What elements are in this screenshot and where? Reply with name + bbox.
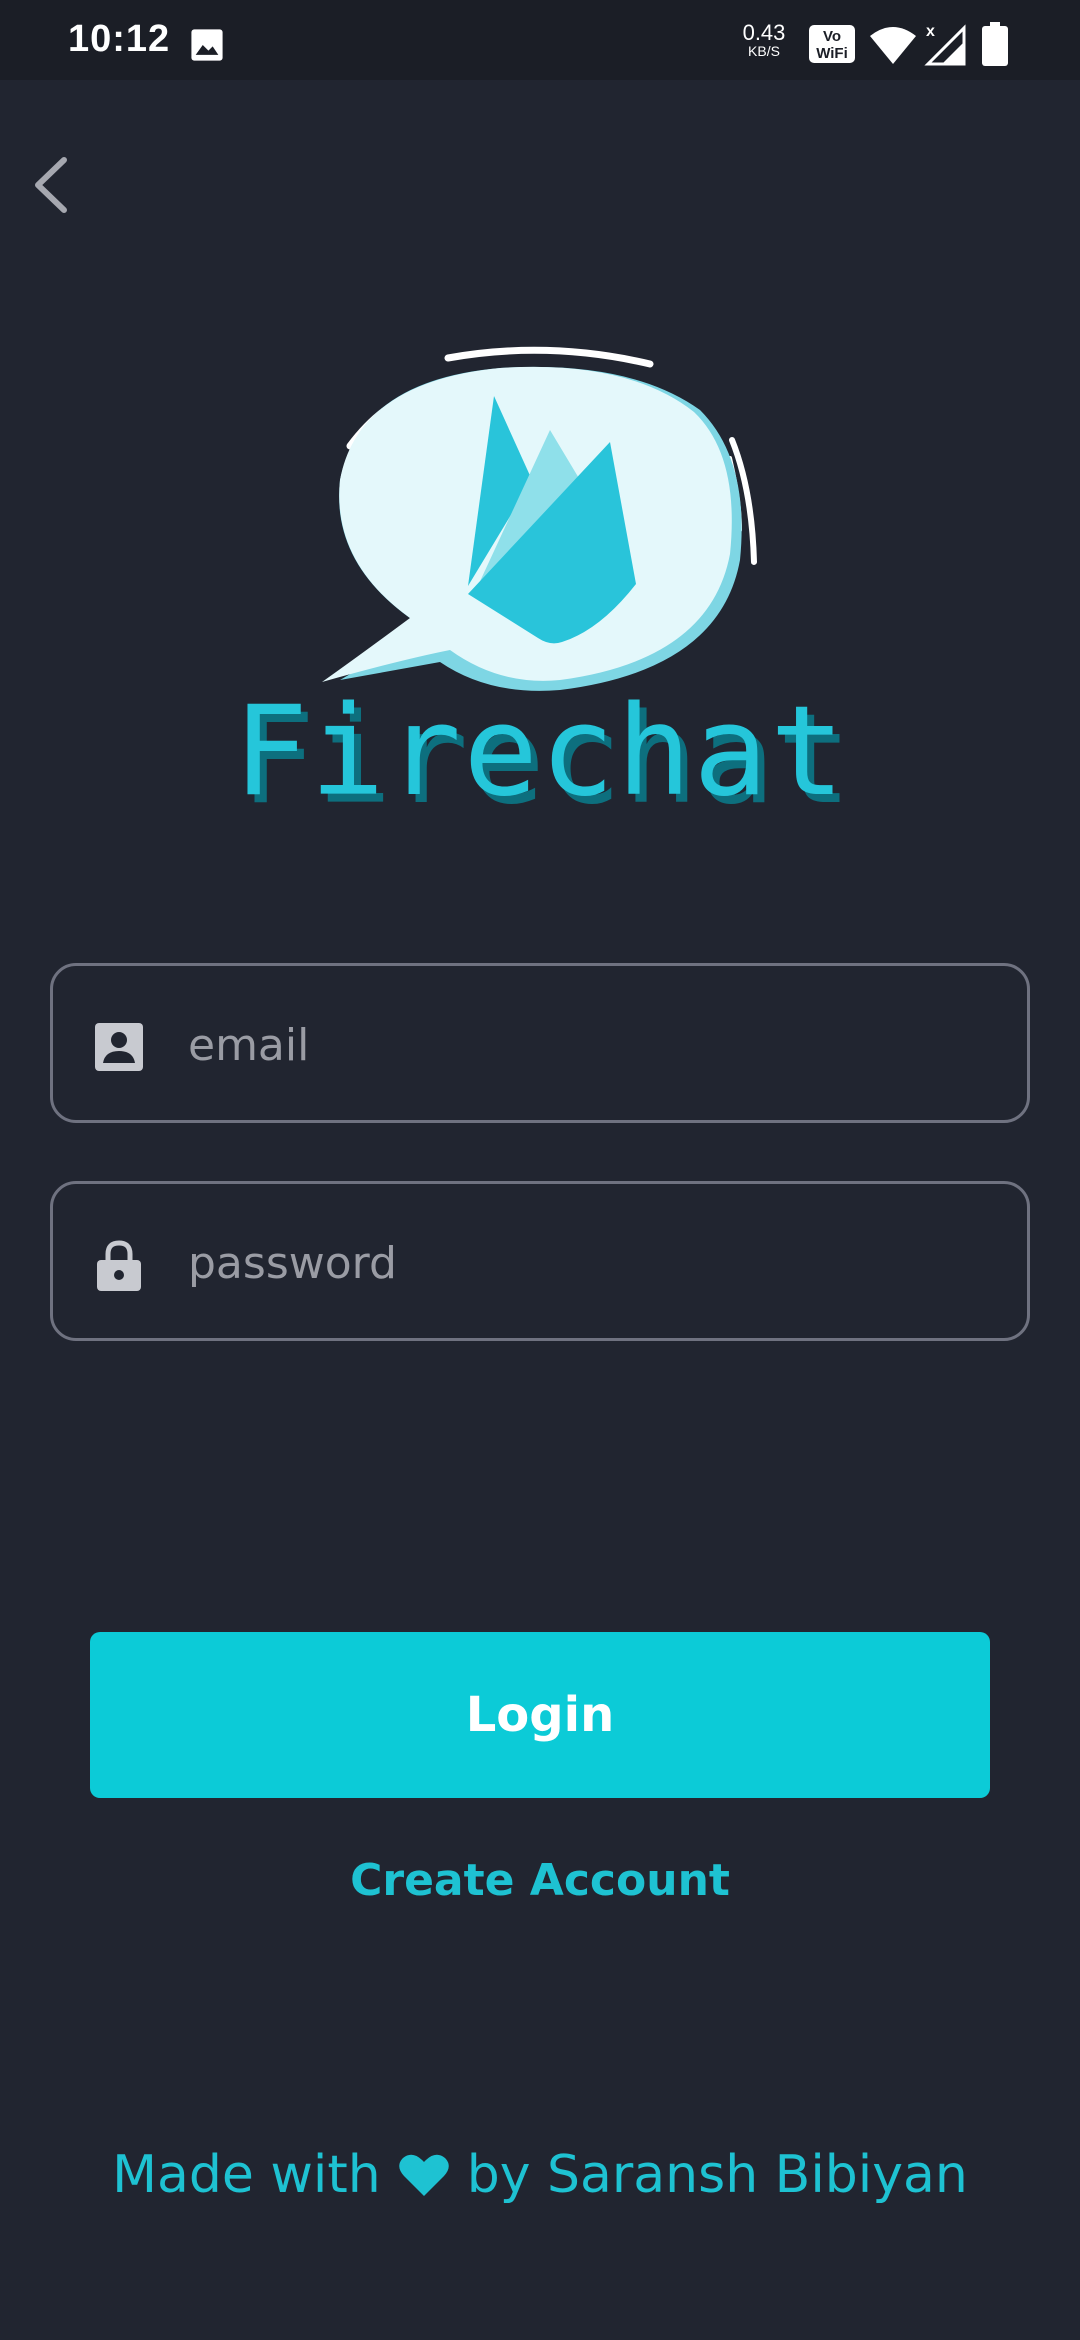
lock-icon xyxy=(97,1240,141,1291)
vowifi-icon: Vo WiFi xyxy=(809,25,855,63)
svg-text:Vo: Vo xyxy=(823,28,841,45)
network-speed-value: 0.43 xyxy=(742,20,786,45)
signal-icon: x xyxy=(924,23,966,66)
password-field[interactable] xyxy=(50,1181,1030,1341)
status-time: 10:12 xyxy=(68,18,171,60)
login-button-label: Login xyxy=(465,1687,615,1743)
email-input[interactable] xyxy=(186,996,990,1094)
chevron-left-icon xyxy=(35,157,67,213)
password-input[interactable] xyxy=(186,1214,990,1312)
wifi-icon xyxy=(870,27,916,64)
network-speed-unit: KB/S xyxy=(748,43,780,59)
footer-author: by Saransh Bibiyan xyxy=(466,2145,968,2205)
back-button[interactable] xyxy=(24,150,84,220)
footer-credit: Made with by Saransh Bibiyan xyxy=(0,2145,1080,2205)
firechat-logo xyxy=(322,346,757,691)
battery-icon xyxy=(982,22,1008,66)
footer-made-with: Made with xyxy=(112,2145,381,2205)
network-speed: 0.43 KB/S xyxy=(736,20,792,59)
create-account-link[interactable]: Create Account xyxy=(0,1855,1080,1906)
svg-text:WiFi: WiFi xyxy=(816,45,848,62)
heart-icon xyxy=(398,2154,449,2196)
login-button[interactable]: Login xyxy=(90,1632,990,1798)
app-wordmark: Firechat xyxy=(233,680,847,824)
svg-text:x: x xyxy=(926,23,935,40)
status-bar: 10:12 0.43 KB/S Vo WiFi x xyxy=(0,0,1080,80)
gallery-icon xyxy=(191,29,223,61)
email-field[interactable] xyxy=(50,963,1030,1123)
contact-card-icon xyxy=(95,1023,143,1071)
